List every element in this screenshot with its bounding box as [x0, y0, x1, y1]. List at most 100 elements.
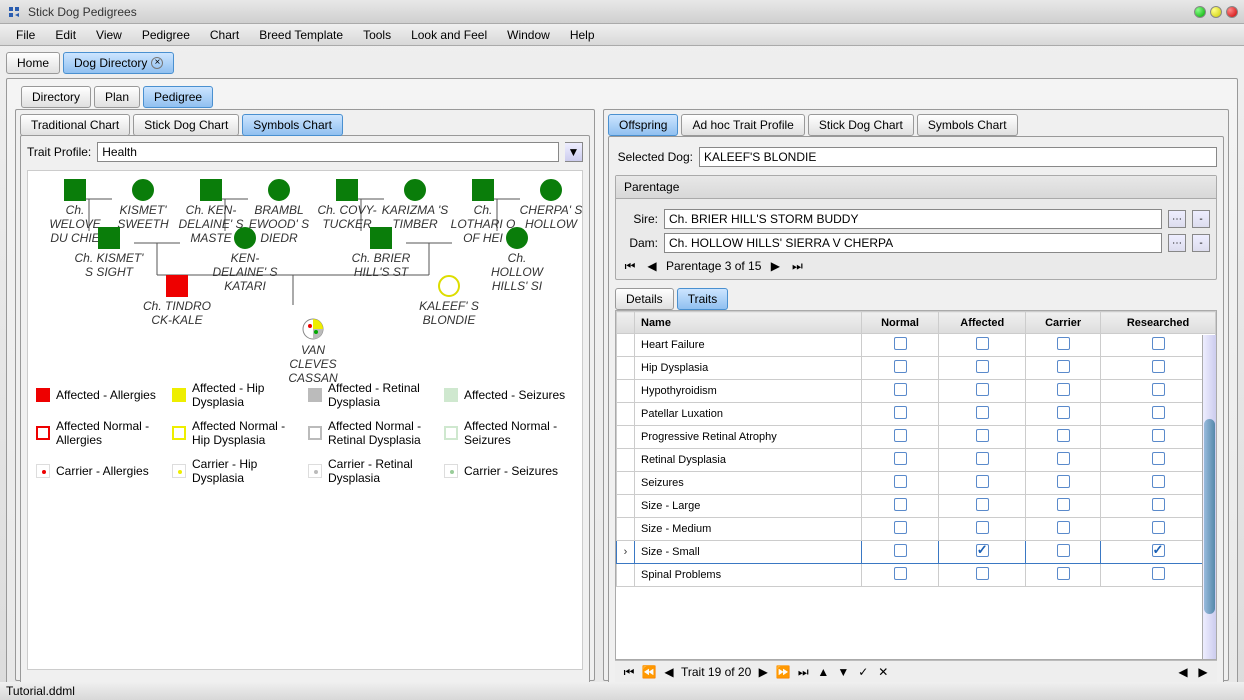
col-name[interactable]: Name [635, 312, 862, 334]
checkbox-cell[interactable] [861, 564, 939, 587]
checkbox[interactable] [976, 544, 989, 557]
nav-next-icon[interactable]: ▶ [767, 259, 783, 273]
checkbox[interactable] [976, 406, 989, 419]
checkbox[interactable] [976, 383, 989, 396]
checkbox[interactable] [894, 383, 907, 396]
checkbox-cell[interactable] [939, 495, 1026, 518]
checkbox[interactable] [1057, 544, 1070, 557]
checkbox[interactable] [894, 406, 907, 419]
checkbox-cell[interactable] [939, 334, 1026, 357]
col-normal[interactable]: Normal [861, 312, 939, 334]
checkbox[interactable] [1152, 544, 1165, 557]
table-row[interactable]: Patellar Luxation [617, 403, 1216, 426]
menu-breed-template[interactable]: Breed Template [249, 25, 353, 45]
nav-prev-icon[interactable]: ◀ [644, 259, 660, 273]
menu-view[interactable]: View [86, 25, 132, 45]
checkbox[interactable] [894, 498, 907, 511]
checkbox[interactable] [1057, 521, 1070, 534]
checkbox-cell[interactable] [861, 334, 939, 357]
checkbox[interactable] [976, 498, 989, 511]
trait-nav-next-icon[interactable]: ▶ [755, 665, 771, 679]
pedigree-node[interactable]: Ch. KISMET' S SIGHT [74, 227, 144, 279]
menu-look-and-feel[interactable]: Look and Feel [401, 25, 497, 45]
checkbox[interactable] [1057, 406, 1070, 419]
checkbox-cell[interactable] [1026, 426, 1101, 449]
checkbox-cell[interactable] [1101, 403, 1216, 426]
checkbox-cell[interactable] [939, 472, 1026, 495]
checkbox-cell[interactable] [939, 518, 1026, 541]
checkbox[interactable] [894, 429, 907, 442]
col-carrier[interactable]: Carrier [1026, 312, 1101, 334]
trait-profile-dropdown-icon[interactable]: ▼ [565, 142, 583, 162]
checkbox[interactable] [1152, 452, 1165, 465]
checkbox[interactable] [894, 452, 907, 465]
checkbox[interactable] [1152, 406, 1165, 419]
menu-pedigree[interactable]: Pedigree [132, 25, 200, 45]
checkbox[interactable] [976, 475, 989, 488]
trait-nav-fastnext-icon[interactable]: ⏩ [775, 665, 791, 679]
checkbox-cell[interactable] [1026, 564, 1101, 587]
nav-last-icon[interactable]: ⏭ [789, 259, 805, 273]
checkbox-cell[interactable] [1026, 472, 1101, 495]
table-row[interactable]: Hypothyroidism [617, 380, 1216, 403]
pedigree-node[interactable]: Ch. TINDRO CK-KALE [142, 275, 212, 327]
menu-window[interactable]: Window [497, 25, 560, 45]
checkbox[interactable] [1057, 429, 1070, 442]
checkbox[interactable] [1057, 475, 1070, 488]
trait-nav-fastprev-icon[interactable]: ⏪ [641, 665, 657, 679]
checkbox-cell[interactable] [1101, 518, 1216, 541]
checkbox[interactable] [976, 360, 989, 373]
right-tab-offspring[interactable]: Offspring [608, 114, 678, 136]
checkbox[interactable] [894, 475, 907, 488]
pedigree-node[interactable]: CHERPA' S HOLLOW [516, 179, 586, 231]
checkbox-cell[interactable] [1101, 472, 1216, 495]
maximize-button[interactable] [1210, 6, 1222, 18]
pedigree-node[interactable]: KISMET' SWEETH [108, 179, 178, 231]
checkbox-cell[interactable] [1101, 357, 1216, 380]
trait-nav-up-icon[interactable]: ▲ [815, 665, 831, 679]
dam-clear-button[interactable]: - [1192, 234, 1210, 252]
sire-field[interactable]: Ch. BRIER HILL'S STORM BUDDY [664, 209, 1162, 229]
checkbox[interactable] [894, 521, 907, 534]
checkbox[interactable] [894, 337, 907, 350]
checkbox[interactable] [894, 544, 907, 557]
checkbox[interactable] [1152, 567, 1165, 580]
checkbox-cell[interactable] [1101, 380, 1216, 403]
checkbox-cell[interactable] [861, 541, 939, 564]
secondary-tab-plan[interactable]: Plan [94, 86, 140, 108]
checkbox[interactable] [1152, 475, 1165, 488]
checkbox[interactable] [976, 521, 989, 534]
checkbox[interactable] [1057, 567, 1070, 580]
checkbox[interactable] [1152, 337, 1165, 350]
checkbox-cell[interactable] [1101, 449, 1216, 472]
chart-tab-symbols-chart[interactable]: Symbols Chart [242, 114, 343, 136]
trait-nav-scroll-right-icon[interactable]: ▶ [1195, 665, 1211, 679]
checkbox-cell[interactable] [1026, 449, 1101, 472]
table-row[interactable]: Heart Failure [617, 334, 1216, 357]
pedigree-node[interactable]: Ch. BRIER HILL'S ST [346, 227, 416, 279]
checkbox-cell[interactable] [1026, 380, 1101, 403]
chart-tab-stick-dog-chart[interactable]: Stick Dog Chart [133, 114, 239, 136]
trait-nav-scroll-left-icon[interactable]: ◀ [1175, 665, 1191, 679]
tab-close-icon[interactable]: × [151, 57, 163, 69]
trait-nav-check-icon[interactable]: ✓ [855, 665, 871, 679]
pedigree-node[interactable]: VAN CLEVES CASSAN [278, 317, 348, 385]
checkbox-cell[interactable] [939, 380, 1026, 403]
table-row[interactable]: Seizures [617, 472, 1216, 495]
dam-lookup-button[interactable]: ⋯ [1168, 234, 1186, 252]
trait-nav-last-icon[interactable]: ⏭ [795, 665, 811, 679]
checkbox-cell[interactable] [1026, 495, 1101, 518]
checkbox-cell[interactable] [939, 564, 1026, 587]
menu-edit[interactable]: Edit [45, 25, 86, 45]
checkbox[interactable] [1152, 498, 1165, 511]
menu-tools[interactable]: Tools [353, 25, 401, 45]
pedigree-node[interactable]: KALEEF' S BLONDIE [414, 275, 484, 327]
pedigree-node[interactable]: Ch. COVY-TUCKER [312, 179, 382, 231]
trait-nav-first-icon[interactable]: ⏮ [621, 665, 637, 679]
checkbox-cell[interactable] [1026, 403, 1101, 426]
secondary-tab-pedigree[interactable]: Pedigree [143, 86, 213, 108]
checkbox[interactable] [894, 360, 907, 373]
pedigree-node[interactable]: Ch. HOLLOW HILLS' SI [482, 227, 552, 293]
trait-profile-select[interactable]: Health [97, 142, 559, 162]
checkbox[interactable] [976, 337, 989, 350]
